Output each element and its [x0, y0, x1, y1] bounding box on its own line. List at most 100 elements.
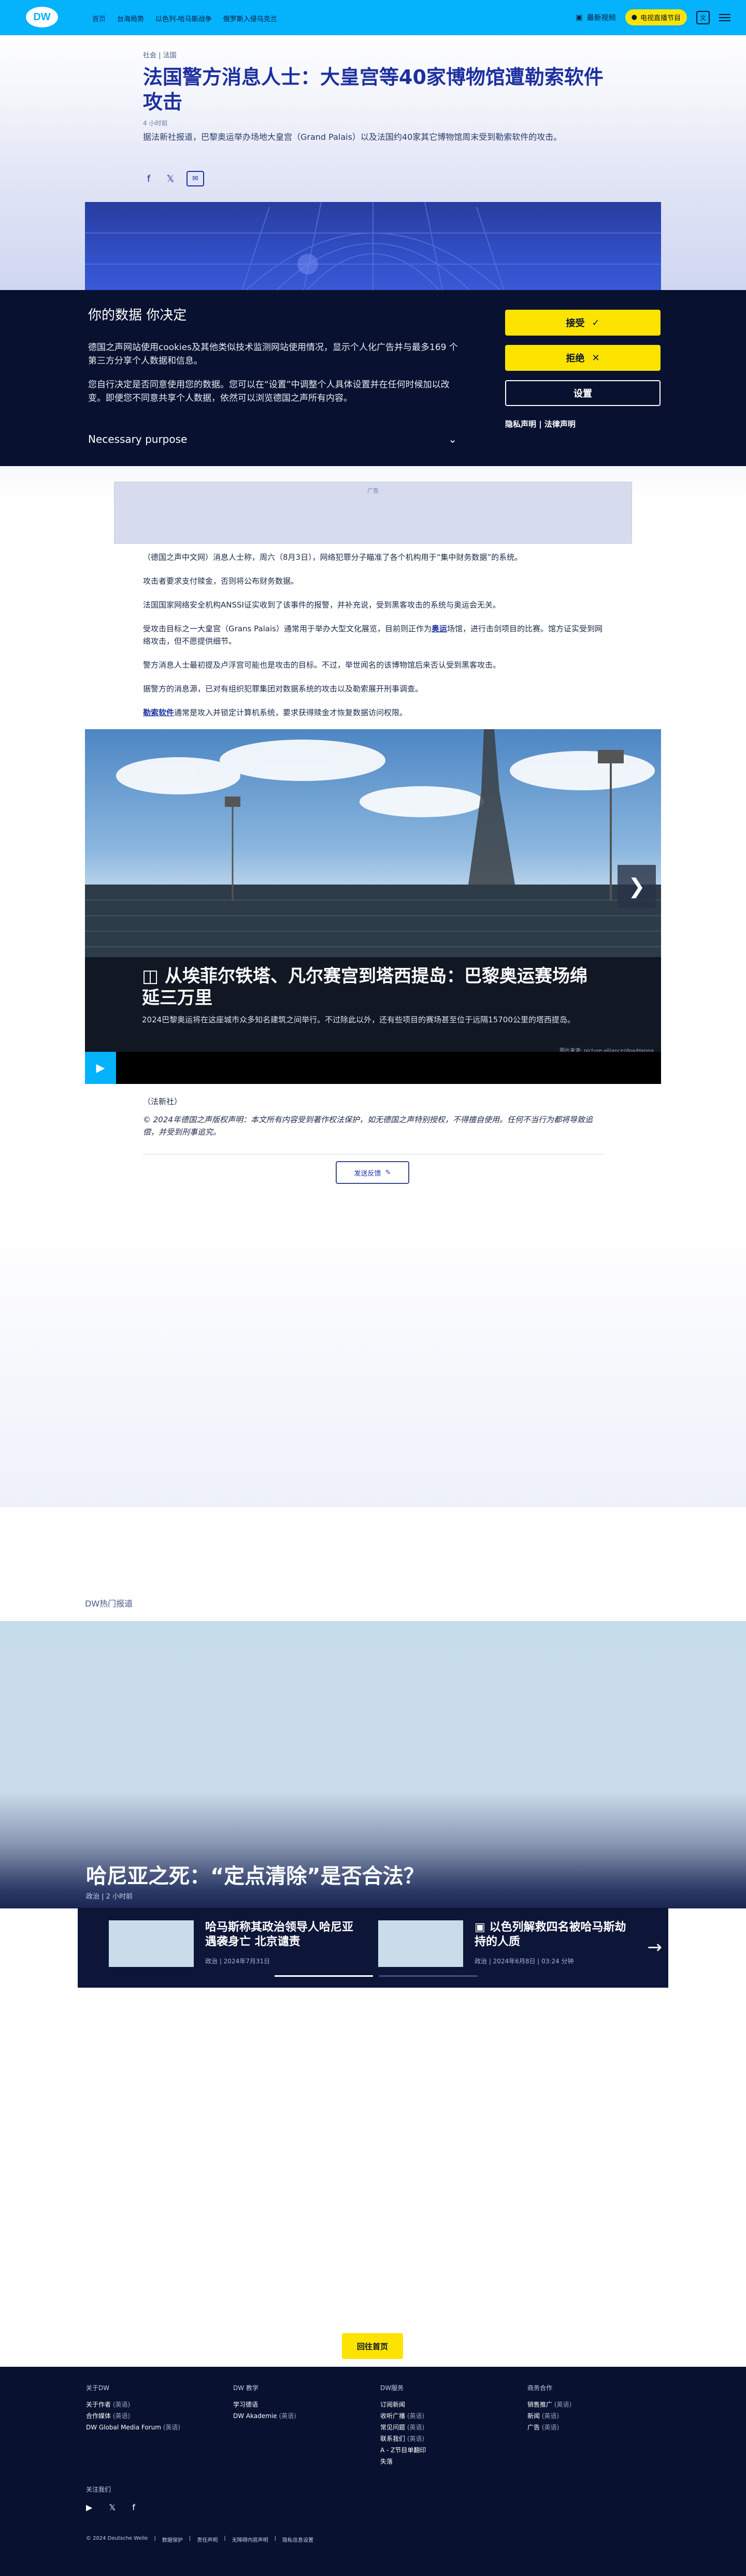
copyright-notice: © 2024年德国之声版权声明：本文所有内容受到著作权法保护，如无德国之声特别授…	[143, 1115, 593, 1137]
necessary-purpose-label: Necessary purpose	[88, 433, 188, 445]
language-button[interactable]: 文	[696, 10, 710, 24]
facebook-icon[interactable]: f	[143, 173, 154, 184]
body-paragraph: （德国之声中文网）消息人士称，周六（8月3日），网络犯罪分子瞄准了各个机构用于“…	[143, 553, 523, 562]
nav-taiwan[interactable]: 台海局势	[117, 13, 144, 23]
footer-col-title: 关于DW	[86, 2384, 110, 2392]
footer-bottom-link[interactable]: 责任声明	[197, 2536, 218, 2543]
facebook-icon[interactable]: f	[132, 2502, 135, 2512]
footer-bottom-link[interactable]: 隐私信息设置	[282, 2536, 313, 2543]
menu-icon[interactable]	[719, 13, 730, 21]
ad-label: 广告	[367, 487, 379, 494]
footer-link[interactable]: 常见问题 (英语)	[380, 2422, 515, 2433]
accept-label: 接受	[566, 318, 585, 329]
gallery-progress-bar	[85, 1052, 661, 1084]
close-icon: ✕	[592, 352, 600, 364]
video-camera-icon: ▣	[475, 1921, 490, 1934]
live-tv-button[interactable]: ● 电视直播节目	[625, 9, 687, 25]
article-lead: 据法新社报道，巴黎奥运举办场地大皇宫（Grand Palais）以及法国约40家…	[143, 132, 562, 142]
footer-bottom-link[interactable]: 数据保护	[162, 2536, 183, 2543]
ad-slot: 广告	[114, 482, 632, 544]
site-footer: 关于DW 关于作者 (英语) 合作媒体 (英语) DW Global Media…	[0, 2367, 746, 2576]
consent-text-1: 德国之声网站使用cookies及其他类似技术监测网站使用情况，显示个人化广告并与…	[88, 342, 458, 366]
share-bar: f 𝕏 ✉	[143, 171, 204, 186]
footer-link[interactable]: 联系我们 (英语)	[380, 2433, 515, 2444]
related-thumbnail	[109, 1920, 194, 1967]
nav-israel-hamas[interactable]: 以色列-哈马斯战争	[155, 13, 212, 23]
breadcrumb[interactable]: 社会 | 法国	[143, 50, 604, 60]
gallery-title[interactable]: 从埃菲尔铁塔、凡尔赛宫到塔西提岛：巴黎奥运赛场绵延三万里	[142, 966, 587, 1008]
body-paragraph: 警方消息人士最初提及卢浮宫可能也是攻击的目标。不过，举世闻名的该博物馆后来否认受…	[143, 660, 501, 670]
article-time: 4 小时前	[143, 120, 168, 127]
related-meta: 政治 | 2024年7月31日	[205, 1958, 270, 1965]
body-paragraph: 据警方的消息源，已对有组织犯罪集团对数据系统的攻击以及勒索展开刑事调查。	[143, 684, 423, 693]
x-icon[interactable]: 𝕏	[109, 2502, 116, 2512]
related-item[interactable]: ▣ 以色列解救四名被哈马斯劫持的人质 政治 | 2024年6月8日 | 03:2…	[378, 1920, 627, 1967]
necessary-purpose-toggle[interactable]: Necessary purpose ⌄	[88, 433, 457, 445]
feedback-label: 发送反馈	[354, 1169, 381, 1178]
body-paragraph: 受攻击目标之一大皇宫（Grans Palais）通常用于举办大型文化展览，目前则…	[143, 624, 603, 646]
ad-area	[0, 1217, 746, 1507]
footer-link[interactable]: 订阅新闻	[380, 2399, 515, 2410]
gallery-next-button[interactable]: ❯	[618, 865, 656, 908]
main-nav: 首页 台海局势 以色列-哈马斯战争 俄罗斯入侵乌克兰	[92, 13, 277, 23]
hot-section-label: DW热门报道	[85, 1599, 133, 1609]
footer-link[interactable]: 合作媒体 (英语)	[86, 2410, 221, 2422]
check-icon: ✓	[592, 317, 600, 328]
footer-link[interactable]: DW Akademie (英语)	[233, 2410, 368, 2422]
footer-link[interactable]: 新闻 (英语)	[527, 2410, 662, 2422]
gallery-subtitle: 2024巴黎奥运将在这座城市众多知名建筑之间举行。不过除此以外，还有些项目的赛场…	[142, 1015, 575, 1024]
nav-home[interactable]: 首页	[92, 13, 106, 23]
footer-link[interactable]: 学习德语	[233, 2399, 368, 2410]
footer-link[interactable]: 广告 (英语)	[527, 2422, 662, 2433]
x-icon[interactable]: 𝕏	[165, 173, 176, 184]
body-paragraph: 勒索软件通常是攻入并锁定计算机系统，要求获得赎金才恢复数据访问权限。	[143, 708, 408, 717]
consent-text-2: 您自行决定是否同意使用您的数据。您可以在“设置”中调整个人具体设置并在任何时候加…	[88, 380, 450, 403]
follow-us-label: 关注我们	[86, 2486, 111, 2493]
ransomware-link[interactable]: 勒索软件	[143, 708, 174, 717]
copyright-text: © 2024 Deutsche Welle	[86, 2536, 148, 2541]
feature-title[interactable]: 哈尼亚之死：“定点清除”是否合法？	[86, 1859, 424, 1889]
article-title: 法国警方消息人士：大皇宫等40家博物馆遭勒索软件攻击	[143, 66, 604, 113]
related-item[interactable]: 哈马斯称其政治领导人哈尼亚遇袭身亡 北京谴责 政治 | 2024年7月31日	[109, 1920, 357, 1967]
live-tv-label: 电视直播节目	[640, 15, 681, 22]
footer-link[interactable]: 销售推广 (英语)	[527, 2399, 662, 2410]
settings-button[interactable]: 设置	[505, 380, 661, 406]
footer-link[interactable]: 关于作者 (英语)	[86, 2399, 221, 2410]
footer-col-title: 商务合作	[527, 2384, 553, 2392]
video-camera-icon: ▣	[576, 13, 583, 22]
nav-ukraine[interactable]: 俄罗斯入侵乌克兰	[223, 13, 277, 23]
back-to-home-button[interactable]: 回往首页	[342, 2333, 403, 2359]
footer-col-services: DW服务 订阅新闻 收听广播 (英语) 常见问题 (英语) 联系我们 (英语) …	[380, 2382, 515, 2467]
footer-link[interactable]: 失落	[380, 2456, 515, 2467]
consent-banner: 你的数据 你决定 德国之声网站使用cookies及其他类似技术监测网站使用情况，…	[0, 290, 746, 466]
reject-button[interactable]: 拒绝 ✕	[505, 345, 661, 371]
article-body: （德国之声中文网）消息人士称，周六（8月3日），网络犯罪分子瞄准了各个机构用于“…	[143, 551, 604, 730]
hero-image	[85, 202, 661, 295]
related-title: 以色列解救四名被哈马斯劫持的人质	[475, 1921, 626, 1948]
top-bar: DW 首页 台海局势 以色列-哈马斯战争 俄罗斯入侵乌克兰 ▣ 最新视频 ● 电…	[0, 0, 746, 35]
article-header: 社会 | 法国 法国警方消息人士：大皇宫等40家博物馆遭勒索软件攻击 4 小时前…	[143, 50, 604, 143]
reject-label: 拒绝	[566, 353, 585, 364]
related-title: 哈马斯称其政治领导人哈尼亚遇袭身亡 北京谴责	[205, 1921, 354, 1948]
latest-video-link[interactable]: ▣ 最新视频	[576, 12, 615, 23]
settings-label: 设置	[573, 388, 592, 399]
mail-icon[interactable]: ✉	[187, 171, 204, 186]
footer-bottom-link[interactable]: 无障碍内容声明	[232, 2536, 268, 2543]
footer-link[interactable]: 收听广播 (英语)	[380, 2410, 515, 2422]
youtube-icon[interactable]: ▶	[86, 2502, 92, 2512]
accept-button[interactable]: 接受 ✓	[505, 310, 661, 336]
footer-link[interactable]: A - Z节目单翻印	[380, 2444, 515, 2456]
dw-logo[interactable]: DW	[26, 7, 58, 27]
footer-link[interactable]: DW Global Media Forum (英语)	[86, 2422, 221, 2433]
olympics-link[interactable]: 奥运	[432, 624, 447, 633]
play-icon[interactable]: ▶	[85, 1052, 116, 1084]
send-feedback-button[interactable]: 发送反馈 ✎	[336, 1161, 409, 1184]
gallery-icon: ◫	[142, 966, 165, 987]
photo-gallery[interactable]: ❯ ◫ 从埃菲尔铁塔、凡尔赛宫到塔西提岛：巴黎奥运赛场绵延三万里 2024巴黎奥…	[85, 729, 661, 1084]
gallery-caption: ◫ 从埃菲尔铁塔、凡尔赛宫到塔西提岛：巴黎奥运赛场绵延三万里 2024巴黎奥运将…	[142, 965, 587, 1025]
footer-bottom-links: © 2024 Deutsche Welle | 数据保护 | 责任声明 | 无障碍内容…	[86, 2536, 313, 2543]
arrow-right-icon[interactable]: →	[648, 1937, 663, 1958]
header-actions: ▣ 最新视频 ● 电视直播节目 文	[576, 9, 730, 25]
live-dot-icon: ●	[631, 13, 637, 21]
consent-legal-links[interactable]: 隐私声明 | 法律声明	[505, 418, 576, 429]
